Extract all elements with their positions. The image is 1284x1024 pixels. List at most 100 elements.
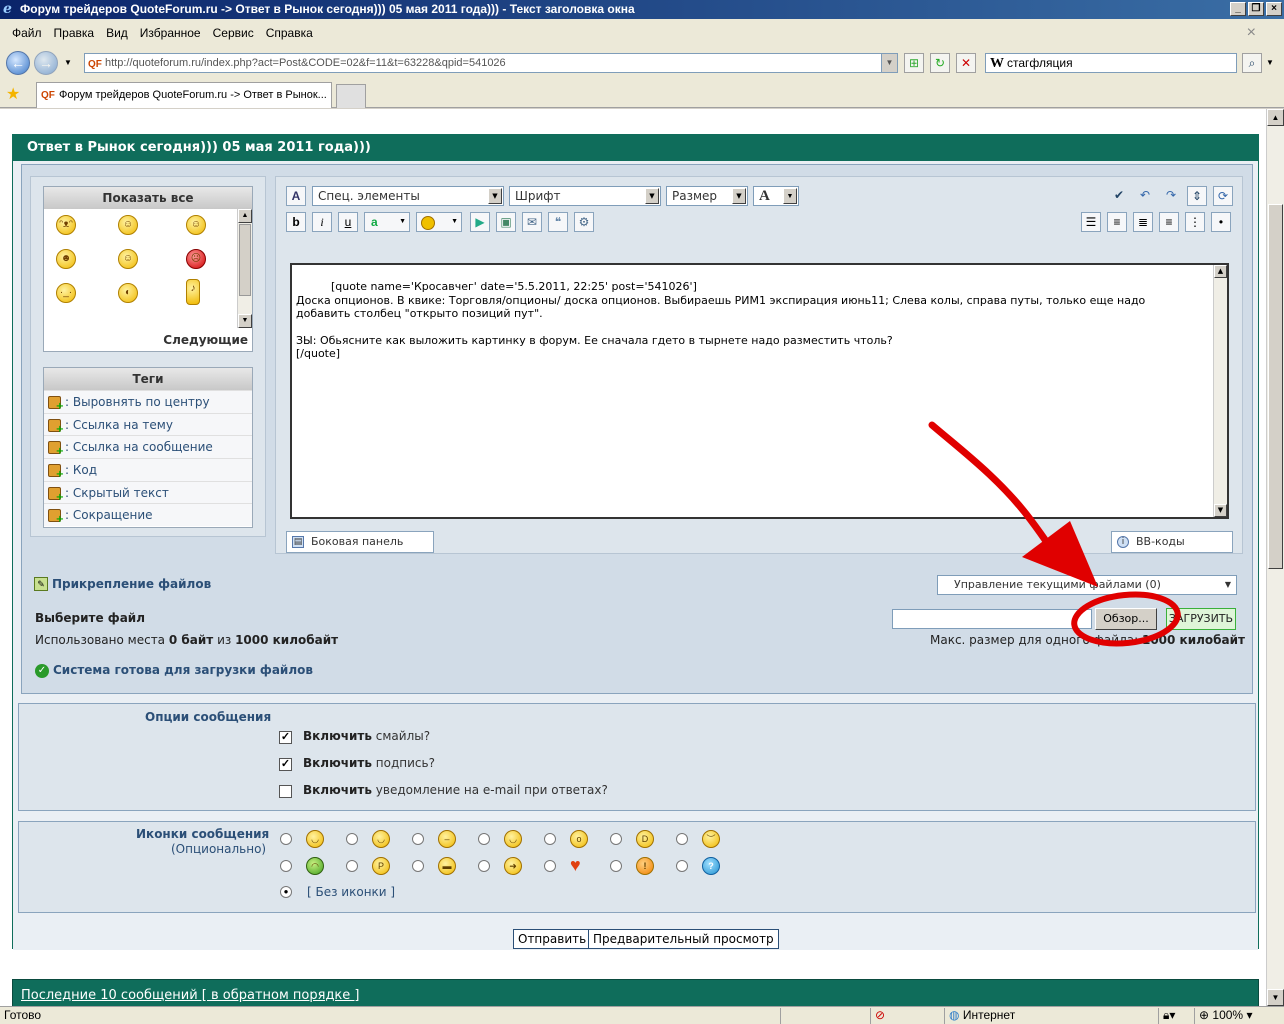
menu-help[interactable]: Справка (266, 26, 313, 40)
scroll-down-icon[interactable]: ▼ (238, 314, 252, 328)
insert-image-icon[interactable]: ▣ (496, 212, 516, 232)
scroll-thumb[interactable] (1268, 204, 1283, 569)
insert-code-icon[interactable]: ⚙ (574, 212, 594, 232)
toggle-mode-icon[interactable]: ⟳ (1213, 186, 1233, 206)
close-tab-x-icon[interactable]: × (1247, 24, 1256, 42)
search-options-icon[interactable]: ▼ (1266, 58, 1274, 67)
insert-email-icon[interactable]: ✉ (522, 212, 542, 232)
menu-favorites[interactable]: Избранное (140, 26, 201, 40)
tag-center[interactable]: : Выровнять по центру (44, 390, 252, 413)
submit-button[interactable]: Отправить (513, 929, 592, 949)
font-color-select[interactable]: A ▼ (753, 186, 799, 206)
smiley-icon[interactable]: ☻ (56, 249, 76, 269)
last-posts-link[interactable]: Последние 10 сообщений [ в обратном поря… (21, 988, 360, 1003)
favorites-star-icon[interactable]: ★ (6, 84, 20, 104)
size-select[interactable]: Размер ▼ (666, 186, 748, 206)
scroll-up-icon[interactable]: ▲ (238, 209, 252, 223)
underline-button[interactable]: u (338, 212, 358, 232)
banana-smiley-icon[interactable]: ♪ (186, 279, 200, 305)
icon-radio[interactable] (610, 833, 622, 845)
icon-radio[interactable] (676, 833, 688, 845)
address-dropdown-icon[interactable]: ▼ (881, 54, 897, 72)
zoom-level[interactable]: ⊕ 100% ▾ (1194, 1008, 1284, 1024)
special-elements-select[interactable]: Спец. элементы ▼ (312, 186, 504, 206)
indent-icon[interactable]: ☰ (1081, 212, 1101, 232)
align-center-icon[interactable]: ≣ (1133, 212, 1153, 232)
page-scrollbar[interactable]: ▲ ▼ (1266, 109, 1284, 1006)
search-field[interactable]: Wстагфляция (985, 53, 1237, 73)
scroll-up-icon[interactable]: ▲ (1267, 109, 1284, 126)
icon-radio[interactable] (280, 833, 292, 845)
scroll-down-icon[interactable]: ▼ (1267, 989, 1284, 1006)
enable-signature-checkbox[interactable]: ✓ (279, 758, 292, 771)
smileys-scrollbar[interactable]: ▲ ▼ (237, 209, 252, 328)
back-button[interactable]: ← (6, 51, 30, 75)
upload-button[interactable]: ЗАГРУЗИТЬ (1166, 608, 1236, 630)
bold-button[interactable]: b (286, 212, 306, 232)
smiley-icon[interactable]: ☺ (118, 249, 138, 269)
menu-view[interactable]: Вид (106, 26, 128, 40)
scroll-down-icon[interactable]: ▼ (1214, 504, 1227, 517)
align-left-icon[interactable]: ≡ (1107, 212, 1127, 232)
compat-view-icon[interactable]: ⊞ (904, 53, 924, 73)
resize-editor-icon[interactable]: ⇕ (1187, 186, 1207, 206)
align-right-icon[interactable]: ≡ (1159, 212, 1179, 232)
refresh-icon[interactable]: ↻ (930, 53, 950, 73)
icon-radio[interactable] (478, 833, 490, 845)
minimize-button[interactable]: _ (1230, 2, 1246, 16)
spellcheck-icon[interactable]: ✔ (1109, 186, 1129, 206)
icon-radio[interactable] (610, 860, 622, 872)
menu-edit[interactable]: Правка (54, 26, 95, 40)
remove-format-icon[interactable]: A (286, 186, 306, 206)
icon-radio[interactable] (346, 833, 358, 845)
undo-icon[interactable]: ↶ (1135, 186, 1155, 206)
redo-icon[interactable]: ↷ (1161, 186, 1181, 206)
preview-button[interactable]: Предварительный просмотр (588, 929, 779, 949)
smiley-icon[interactable]: ◐ (118, 283, 138, 303)
address-field[interactable]: QF http://quoteforum.ru/index.php?act=Po… (84, 53, 898, 73)
smiley-menu-button[interactable]: ▼ (416, 212, 462, 232)
tab-active[interactable]: QF Форум трейдеров QuoteForum.ru -> Отве… (36, 82, 332, 108)
manage-files-select[interactable]: Управление текущими файлами (0) ▼ (937, 575, 1237, 595)
ordered-list-icon[interactable]: ⋮ (1185, 212, 1205, 232)
icon-radio[interactable] (280, 860, 292, 872)
icon-radio[interactable] (544, 833, 556, 845)
icon-radio[interactable] (478, 860, 490, 872)
history-dropdown-icon[interactable]: ▼ (64, 58, 72, 67)
forward-button[interactable]: → (34, 51, 58, 75)
no-icon-radio[interactable]: ● (280, 886, 292, 898)
protected-mode-icon[interactable]: 🔒︎▾ (1158, 1008, 1194, 1024)
icon-radio[interactable] (346, 860, 358, 872)
smiley-icon[interactable]: ☺ (186, 215, 206, 235)
text-effects-button[interactable]: a ▼ (364, 212, 410, 232)
unordered-list-icon[interactable]: • (1211, 212, 1231, 232)
enable-email-checkbox[interactable] (279, 785, 292, 798)
smileys-next-link[interactable]: Следующие (163, 333, 248, 347)
enable-smileys-checkbox[interactable]: ✓ (279, 731, 292, 744)
icon-radio[interactable] (412, 833, 424, 845)
tag-topic-link[interactable]: : Ссылка на тему (44, 412, 252, 436)
textarea-scrollbar[interactable]: ▲ ▼ (1213, 265, 1227, 517)
smiley-icon[interactable]: ᵔᴥᵔ (56, 215, 76, 235)
privacy-icon[interactable]: ⊘ (870, 1008, 894, 1024)
new-tab-button[interactable] (336, 84, 366, 108)
icon-radio[interactable] (412, 860, 424, 872)
smiley-icon[interactable]: ·_· (56, 283, 76, 303)
message-textarea[interactable]: [quote name='Кросавчег' date='5.5.2011, … (290, 263, 1229, 519)
menu-tools[interactable]: Сервис (213, 26, 254, 40)
scroll-up-icon[interactable]: ▲ (1214, 265, 1227, 278)
menu-file[interactable]: Файл (12, 26, 42, 40)
smiley-icon[interactable]: ☺ (118, 215, 138, 235)
restore-button[interactable]: ❐ (1248, 2, 1264, 16)
insert-link-icon[interactable]: ▶ (470, 212, 490, 232)
side-panel-button[interactable]: ▤ Боковая панель (286, 531, 434, 553)
tag-abbreviation[interactable]: : Сокращение (44, 503, 252, 527)
file-path-input[interactable] (892, 609, 1092, 629)
stop-icon[interactable]: ✕ (956, 53, 976, 73)
icon-radio[interactable] (544, 860, 556, 872)
tag-hidden-text[interactable]: : Скрытый текст (44, 480, 252, 504)
close-window-button[interactable]: × (1266, 2, 1282, 16)
browse-button[interactable]: Обзор... (1095, 608, 1157, 630)
tag-code[interactable]: : Код (44, 458, 252, 481)
smileys-box-title[interactable]: Показать все (44, 187, 252, 209)
